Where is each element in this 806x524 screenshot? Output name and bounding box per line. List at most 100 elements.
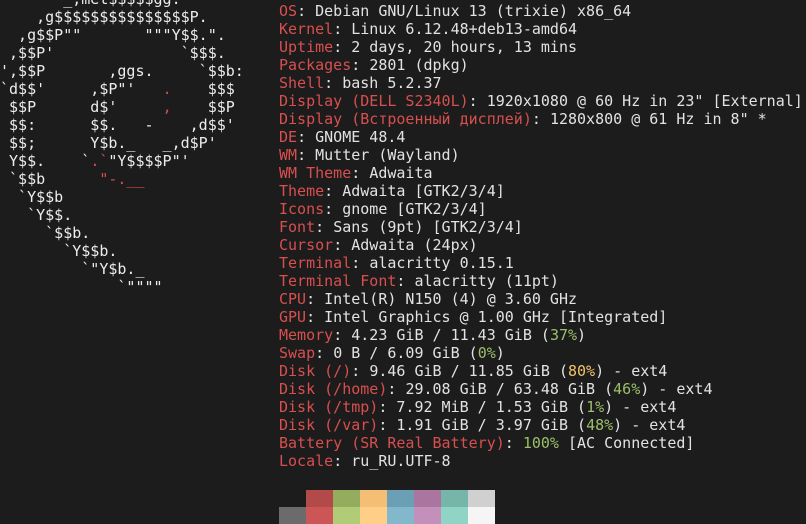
info-value: Adwaita — [369, 164, 433, 182]
info-value: Adwaita (24px) — [351, 236, 478, 254]
info-key: Font — [279, 218, 316, 236]
info-value: 7.92 MiB / 1.53 GiB ( — [396, 398, 587, 416]
info-value: alacritty 0.15.1 — [369, 254, 514, 272]
color-swatch — [387, 490, 414, 507]
info-key: Kernel — [279, 20, 334, 38]
info-key: Terminal Font — [279, 272, 397, 290]
info-key: Locale — [279, 452, 334, 470]
debian-logo: _,met$$$$$gg. ,g$$$$$$$$$$$$$$$P. ,g$$P"… — [0, 0, 244, 296]
palette-row-normal — [279, 490, 495, 507]
color-swatch — [333, 490, 360, 507]
info-line: Disk (/tmp): 7.92 MiB / 1.53 GiB (1%) - … — [279, 398, 677, 416]
info-line: WM: Mutter (Wayland) — [279, 146, 460, 164]
logo-line: ',$$P ,ggs. `$$b: — [0, 62, 244, 80]
info-line: Shell: bash 5.2.37 — [279, 74, 442, 92]
info-value: 1.91 GiB / 3.97 GiB ( — [396, 416, 587, 434]
info-value: ru_RU.UTF-8 — [351, 452, 451, 470]
info-line: Battery (SR Real Battery): 100% [AC Conn… — [279, 434, 695, 452]
info-line: Disk (/var): 1.91 GiB / 3.97 GiB (48%) -… — [279, 416, 686, 434]
color-swatch — [360, 507, 387, 524]
color-swatch — [306, 490, 333, 507]
usage-percent: 0% — [477, 344, 496, 362]
info-value: 1920x1080 @ 60 Hz in 23" [External] — [486, 92, 803, 110]
logo-line: `"Y$b._ — [0, 260, 145, 278]
info-key: Disk (/) — [279, 362, 352, 380]
info-value: 2 days, 20 hours, 13 mins — [351, 38, 578, 56]
color-palette — [279, 490, 495, 524]
info-value-suffix: ) - ext4 — [613, 416, 686, 434]
terminal-window[interactable]: _,met$$$$$gg. ,g$$$$$$$$$$$$$$$P. ,g$$P"… — [0, 0, 806, 524]
info-key: GPU — [279, 308, 307, 326]
info-value: 0 B / 6.09 GiB ( — [333, 344, 478, 362]
info-key: Uptime — [279, 38, 334, 56]
color-swatch — [441, 507, 468, 524]
logo-line: ,$$P' `$$$. — [0, 44, 226, 62]
logo-line: ,g$$$$$$$$$$$$$$$P. — [0, 8, 208, 26]
color-swatch — [441, 490, 468, 507]
info-value: gnome [GTK2/3/4] — [342, 200, 487, 218]
info-value: GNOME 48.4 — [315, 128, 406, 146]
usage-percent: 80% — [568, 362, 596, 380]
logo-line: `$$b. — [0, 224, 91, 242]
info-line: DE: GNOME 48.4 — [279, 128, 406, 146]
info-key: Display (Встроенный дисплей) — [279, 110, 532, 128]
info-key: Disk (/tmp) — [279, 398, 379, 416]
info-value-suffix: ) — [577, 326, 587, 344]
info-value: 2801 (dpkg) — [369, 56, 469, 74]
info-value-suffix: ) - ext4 — [604, 398, 677, 416]
info-key: Packages — [279, 56, 352, 74]
logo-line: `Y$$. — [0, 206, 73, 224]
info-key: Cursor — [279, 236, 334, 254]
info-value: alacritty (11pt) — [414, 272, 559, 290]
info-value-suffix: [AC Connected] — [558, 434, 695, 452]
info-key: Display (DELL S2340L) — [279, 92, 469, 110]
info-key: Icons — [279, 200, 325, 218]
info-value: Sans (9pt) [GTK2/3/4] — [333, 218, 523, 236]
color-swatch — [360, 490, 387, 507]
info-value: Debian GNU/Linux 13 (trixie) x86_64 — [315, 2, 632, 20]
usage-percent: 37% — [549, 326, 578, 344]
info-line: Swap: 0 B / 6.09 GiB (0%) — [279, 344, 505, 362]
logo-line: `Y$$b. — [0, 242, 118, 260]
info-key: CPU — [279, 290, 307, 308]
logo-line: $$P d$' , $$P — [0, 98, 235, 116]
color-swatch — [387, 507, 414, 524]
info-key: Disk (/var) — [279, 416, 379, 434]
info-key: OS — [279, 2, 298, 20]
info-line: GPU: Intel Graphics @ 1.00 GHz [Integrat… — [279, 308, 668, 326]
info-key: DE — [279, 128, 298, 146]
info-value: 1280x800 @ 61 Hz in 8" * — [549, 110, 767, 128]
info-line: Terminal Font: alacritty (11pt) — [279, 272, 559, 290]
color-swatch — [414, 490, 441, 507]
color-swatch — [333, 507, 360, 524]
info-line: Display (Встроенный дисплей): 1280x800 @… — [279, 110, 767, 128]
color-swatch — [468, 490, 495, 507]
info-value-suffix: ) - ext4 — [640, 380, 713, 398]
usage-percent: 100% — [522, 434, 559, 452]
logo-line: `$$b "-.__ — [0, 170, 145, 188]
info-key: WM — [279, 146, 298, 164]
info-line: Icons: gnome [GTK2/3/4] — [279, 200, 487, 218]
info-key: WM Theme — [279, 164, 352, 182]
info-value: 4.23 GiB / 11.43 GiB ( — [351, 326, 550, 344]
info-value: Adwaita [GTK2/3/4] — [342, 182, 505, 200]
info-value: Mutter (Wayland) — [315, 146, 460, 164]
info-line: Memory: 4.23 GiB / 11.43 GiB (37%) — [279, 326, 587, 344]
info-value: 29.08 GiB / 63.48 GiB ( — [405, 380, 614, 398]
info-key: Memory — [279, 326, 334, 344]
system-info: OS: Debian GNU/Linux 13 (trixie) x86_64 K… — [279, 2, 803, 470]
info-key: Swap — [279, 344, 316, 362]
info-line: Disk (/): 9.46 GiB / 11.85 GiB (80%) - e… — [279, 362, 668, 380]
usage-percent: 46% — [613, 380, 641, 398]
logo-line: _,met$$$$$gg. — [0, 0, 180, 8]
info-line: Kernel: Linux 6.12.48+deb13-amd64 — [279, 20, 578, 38]
info-line: Locale: ru_RU.UTF-8 — [279, 452, 451, 470]
info-key: Disk (/home) — [279, 380, 388, 398]
usage-percent: 1% — [586, 398, 605, 416]
info-line: Display (DELL S2340L): 1920x1080 @ 60 Hz… — [279, 92, 803, 110]
info-value-suffix: ) — [495, 344, 505, 362]
logo-line: $$; Y$b._ _,d$P' — [0, 134, 217, 152]
color-swatch — [279, 507, 306, 524]
logo-line: ,g$$P"" """Y$$.". — [0, 26, 226, 44]
info-value: Linux 6.12.48+deb13-amd64 — [351, 20, 578, 38]
